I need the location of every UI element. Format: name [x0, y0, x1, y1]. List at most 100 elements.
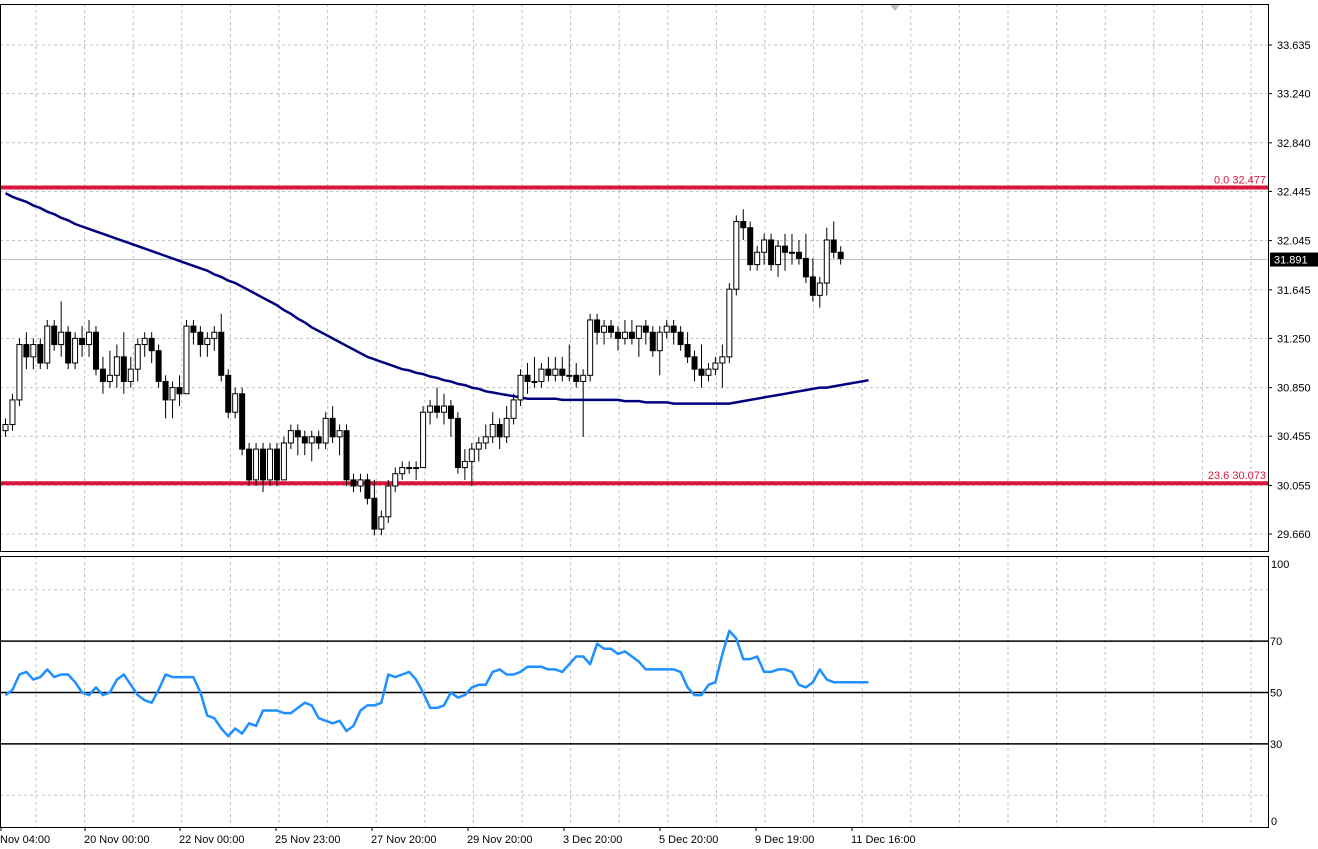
candle-body-bearish	[559, 368, 566, 376]
candle-body-bullish	[16, 344, 23, 401]
candlestick[interactable]	[266, 442, 273, 487]
candle-body-bearish	[684, 344, 691, 358]
candle-body-bearish	[594, 319, 601, 333]
candlestick[interactable]	[92, 326, 99, 376]
candle-body-bullish	[141, 337, 148, 346]
candle-body-bullish	[761, 239, 768, 253]
candle-body-bearish	[239, 393, 246, 450]
candle-body-bullish	[30, 344, 37, 358]
candlestick[interactable]	[733, 215, 740, 296]
candle-body-bearish	[496, 424, 503, 438]
candle-body-bearish	[830, 239, 837, 253]
candlestick[interactable]	[225, 369, 232, 419]
current-price-label: 31.891	[1274, 255, 1308, 267]
time-axis-label: 3 Dec 20:00	[563, 834, 622, 846]
candle-body-bullish	[468, 448, 475, 462]
candle-body-bullish	[266, 448, 273, 481]
candle-body-bearish	[92, 331, 99, 370]
candle-body-bullish	[517, 374, 524, 401]
candle-body-bullish	[712, 362, 719, 370]
candlestick[interactable]	[239, 387, 246, 456]
candle-body-bullish	[580, 374, 587, 382]
candle-body-bearish	[246, 448, 253, 481]
candle-body-bullish	[601, 325, 608, 333]
candle-body-bearish	[23, 344, 30, 358]
price-axis-label: 32.445	[1277, 186, 1311, 198]
candle-body-bullish	[503, 417, 510, 438]
candle-body-bullish	[2, 424, 9, 432]
oscillator-level-label: 30	[1270, 739, 1282, 751]
candle-body-bearish	[343, 430, 350, 481]
candle-body-bearish	[782, 245, 789, 253]
candlestick[interactable]	[454, 412, 461, 474]
trading-chart[interactable]: 0.0 32.477 23.6 30.073 33.635 33.240 32.840…	[0, 0, 1318, 849]
candle-body-bullish	[406, 467, 413, 470]
candle-body-bullish	[719, 356, 726, 364]
candlestick[interactable]	[253, 442, 260, 487]
candle-body-bearish	[155, 350, 162, 382]
candle-body-bearish	[315, 436, 322, 444]
candlestick[interactable]	[155, 344, 162, 388]
candlestick[interactable]	[385, 479, 392, 523]
candlestick[interactable]	[587, 313, 594, 382]
candle-body-bearish	[197, 331, 204, 346]
candle-body-bullish	[253, 448, 260, 481]
chart-background	[0, 0, 1318, 849]
candle-body-bearish	[545, 368, 552, 376]
price-axis-label: 32.045	[1277, 236, 1311, 248]
candlestick[interactable]	[44, 319, 51, 370]
candle-body-bullish	[392, 473, 399, 487]
candle-body-bullish	[816, 282, 823, 296]
candle-body-bullish	[489, 424, 496, 438]
candlestick[interactable]	[183, 319, 190, 395]
candle-body-bearish	[691, 356, 698, 370]
candlestick[interactable]	[420, 406, 427, 469]
candle-body-bullish	[106, 374, 113, 382]
candle-body-bullish	[287, 430, 294, 444]
candle-body-bearish	[524, 374, 531, 382]
candlestick[interactable]	[65, 326, 72, 370]
candlestick[interactable]	[726, 283, 733, 364]
time-axis-label: 27 Nov 20:00	[371, 834, 436, 846]
price-axis-label: 33.240	[1277, 89, 1311, 101]
candlestick[interactable]	[280, 436, 287, 481]
candle-body-bearish	[162, 380, 169, 401]
candlestick[interactable]	[747, 221, 754, 271]
candle-body-bearish	[65, 331, 72, 364]
time-axis-label: 22 Nov 00:00	[179, 834, 244, 846]
candle-body-bullish	[635, 325, 642, 339]
candle-body-bearish	[573, 374, 580, 382]
candle-body-bearish	[176, 387, 183, 395]
time-axis-label: 11 Dec 16:00	[851, 834, 916, 846]
candle-body-bullish	[754, 251, 761, 266]
price-axis-label: 29.660	[1277, 529, 1311, 541]
fib-level-label: 0.0 32.477	[1214, 174, 1266, 186]
candlestick[interactable]	[343, 424, 350, 487]
candlestick[interactable]	[273, 442, 280, 487]
candle-body-bullish	[823, 239, 830, 284]
candle-body-bullish	[726, 288, 733, 358]
candle-body-bullish	[336, 430, 343, 438]
candle-body-bearish	[642, 325, 649, 333]
candle-body-bearish	[79, 337, 86, 346]
candle-body-bearish	[649, 331, 656, 352]
candle-body-bearish	[37, 344, 44, 364]
candlestick[interactable]	[16, 338, 23, 407]
oscillator-level-label: 50	[1270, 688, 1282, 700]
candle-body-bearish	[273, 448, 280, 481]
oscillator-axis-label: 100	[1271, 559, 1289, 571]
candle-body-bullish	[663, 325, 670, 333]
candle-body-bearish	[294, 430, 301, 438]
price-axis-label: 30.455	[1277, 431, 1311, 443]
candle-body-bullish	[587, 319, 594, 376]
candle-body-bearish	[795, 251, 802, 259]
candle-body-bearish	[225, 374, 232, 413]
candle-body-bearish	[99, 368, 106, 382]
candle-body-bullish	[211, 331, 218, 339]
oscillator-level-label: 70	[1270, 636, 1282, 648]
candlestick[interactable]	[246, 442, 253, 487]
candle-body-bullish	[420, 411, 427, 469]
candle-body-bearish	[434, 405, 441, 413]
candle-body-bullish	[385, 485, 392, 518]
candle-body-bullish	[621, 331, 628, 339]
